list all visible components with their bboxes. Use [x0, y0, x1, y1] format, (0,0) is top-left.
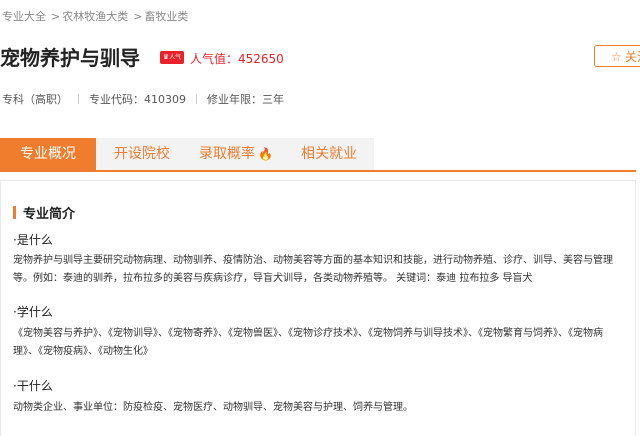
- popularity-value: 人气值：452650: [190, 52, 284, 66]
- tab-employment-label: 相关就业: [301, 146, 357, 162]
- tab-overview-label: 专业概况: [20, 146, 76, 162]
- learn-description: 《宠物美容与养护》、《宠物训导》、《宠物寄养》、《宠物兽医》、《宠物诊疗技术》、…: [13, 328, 603, 357]
- breadcrumb-item-all-majors[interactable]: 专业大全: [2, 10, 46, 23]
- tab-bar: 专业概况 开设院校 录取概率 🔥 相关就业: [0, 138, 640, 172]
- divider: [196, 94, 197, 104]
- follow-button-label: 关注: [625, 50, 640, 64]
- breadcrumb-separator: >: [51, 10, 61, 23]
- overview-panel: 专业简介 ·是什么 宠物养护与驯导主要研究动物病理、动物驯养、疫情防治、动物美容…: [0, 180, 636, 436]
- major-meta: 专科（高职） 专业代码：410309 修业年限：三年: [2, 91, 284, 107]
- tab-underline: [0, 170, 636, 172]
- tab-employment[interactable]: 相关就业: [284, 138, 374, 170]
- major-code: 专业代码：410309: [89, 93, 186, 106]
- section-title: 专业简介: [23, 207, 76, 222]
- what-heading: ·是什么: [13, 233, 53, 247]
- hot-badge-label: 人气: [169, 54, 182, 61]
- page-title: 宠物养护与驯导: [0, 46, 140, 70]
- star-icon: ☆: [611, 50, 622, 64]
- follow-button[interactable]: ☆ 关注: [594, 45, 640, 67]
- tab-admission-probability[interactable]: 录取概率 🔥: [188, 138, 284, 170]
- career-description: 动物类企业、事业单位：防疫检疫、宠物医疗、动物驯导、宠物美容与护理、饲养与管理。: [13, 402, 413, 413]
- title-row: 宠物养护与驯导 ♛人气 人气值：452650: [0, 42, 640, 72]
- breadcrumb-separator: >: [133, 10, 143, 23]
- divider: [78, 94, 79, 104]
- what-description: 宠物养护与驯导主要研究动物病理、动物驯养、疫情防治、动物美容等方面的基本知识和技…: [13, 255, 613, 284]
- career-heading: ·干什么: [13, 379, 53, 393]
- section-marker: [13, 206, 16, 219]
- hot-badge: ♛人气: [160, 51, 184, 64]
- learn-heading: ·学什么: [13, 305, 53, 319]
- breadcrumb-item-animal-husbandry[interactable]: 畜牧业类: [144, 10, 188, 23]
- education-level: 专科（高职）: [2, 93, 68, 106]
- tab-schools[interactable]: 开设院校: [96, 138, 188, 170]
- breadcrumb: 专业大全 > 农林牧渔大类 > 畜牧业类: [2, 8, 188, 24]
- tab-overview[interactable]: 专业概况: [0, 138, 96, 170]
- breadcrumb-item-agriculture[interactable]: 农林牧渔大类: [62, 10, 128, 23]
- study-duration: 修业年限：三年: [207, 93, 284, 106]
- fire-icon: 🔥: [258, 147, 273, 161]
- tab-admission-label: 录取概率: [199, 146, 256, 162]
- tab-schools-label: 开设院校: [114, 146, 170, 162]
